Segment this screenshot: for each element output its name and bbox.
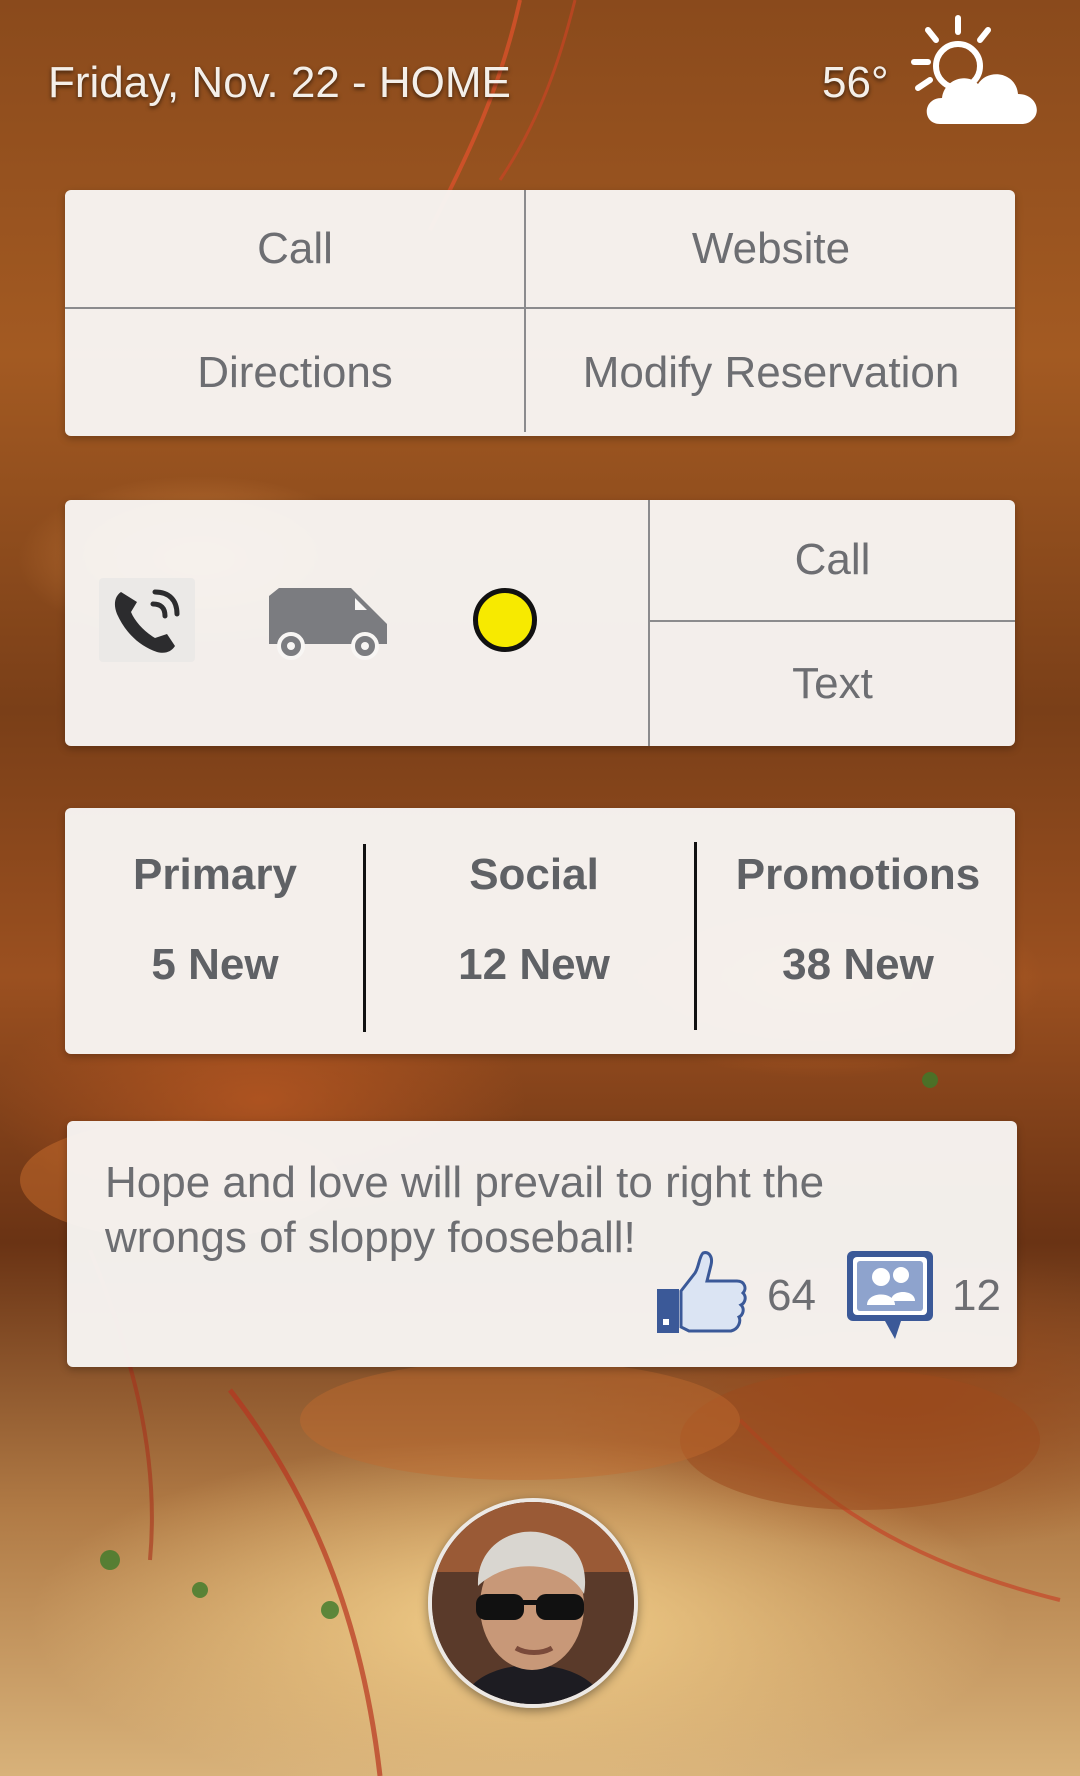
- user-avatar[interactable]: [428, 1498, 638, 1708]
- category-label: Primary: [133, 850, 297, 899]
- contact-card: Call Text: [65, 500, 1015, 746]
- mail-summary-card: Primary 5 New Social 12 New Promotions 3…: [65, 808, 1015, 1054]
- temperature-label: 56°: [822, 58, 889, 107]
- contact-call-button[interactable]: Call: [650, 500, 1015, 620]
- reservation-actions-card: Call Website Directions Modify Reservati…: [65, 190, 1015, 436]
- directions-button[interactable]: Directions: [65, 310, 525, 436]
- like-count: 64: [767, 1271, 816, 1320]
- date-location-label: Friday, Nov. 22 - HOME: [48, 58, 511, 107]
- thumbs-up-icon[interactable]: [655, 1249, 747, 1335]
- category-count: 5 New: [151, 940, 279, 989]
- post-text: Hope and love will prevail to right the …: [105, 1158, 825, 1262]
- website-button[interactable]: Website: [527, 190, 1015, 308]
- phone-icon[interactable]: [99, 578, 195, 662]
- sun-cloud-icon: [911, 15, 1037, 124]
- mail-category-social[interactable]: Social 12 New: [367, 808, 701, 1054]
- category-label: Promotions: [735, 850, 981, 899]
- divider: [524, 190, 526, 432]
- social-post-card[interactable]: Hope and love will prevail to right the …: [67, 1121, 1017, 1367]
- category-label: Social: [469, 850, 599, 899]
- comment-count: 12: [952, 1271, 1001, 1320]
- status-header: Friday, Nov. 22 - HOME 56°: [0, 0, 1080, 170]
- call-button[interactable]: Call: [65, 190, 525, 308]
- group-chat-icon[interactable]: [845, 1249, 935, 1341]
- delivery-van-icon[interactable]: [265, 582, 391, 662]
- mail-category-promotions[interactable]: Promotions 38 New: [701, 808, 1015, 1054]
- divider: [65, 307, 1015, 309]
- divider: [694, 842, 697, 1030]
- divider: [363, 844, 366, 1032]
- mail-category-primary[interactable]: Primary 5 New: [65, 808, 365, 1054]
- category-count: 38 New: [782, 940, 934, 989]
- modify-reservation-button[interactable]: Modify Reservation: [527, 310, 1015, 436]
- category-count: 12 New: [458, 940, 610, 989]
- status-dot-icon: [473, 588, 537, 652]
- contact-text-button[interactable]: Text: [650, 622, 1015, 746]
